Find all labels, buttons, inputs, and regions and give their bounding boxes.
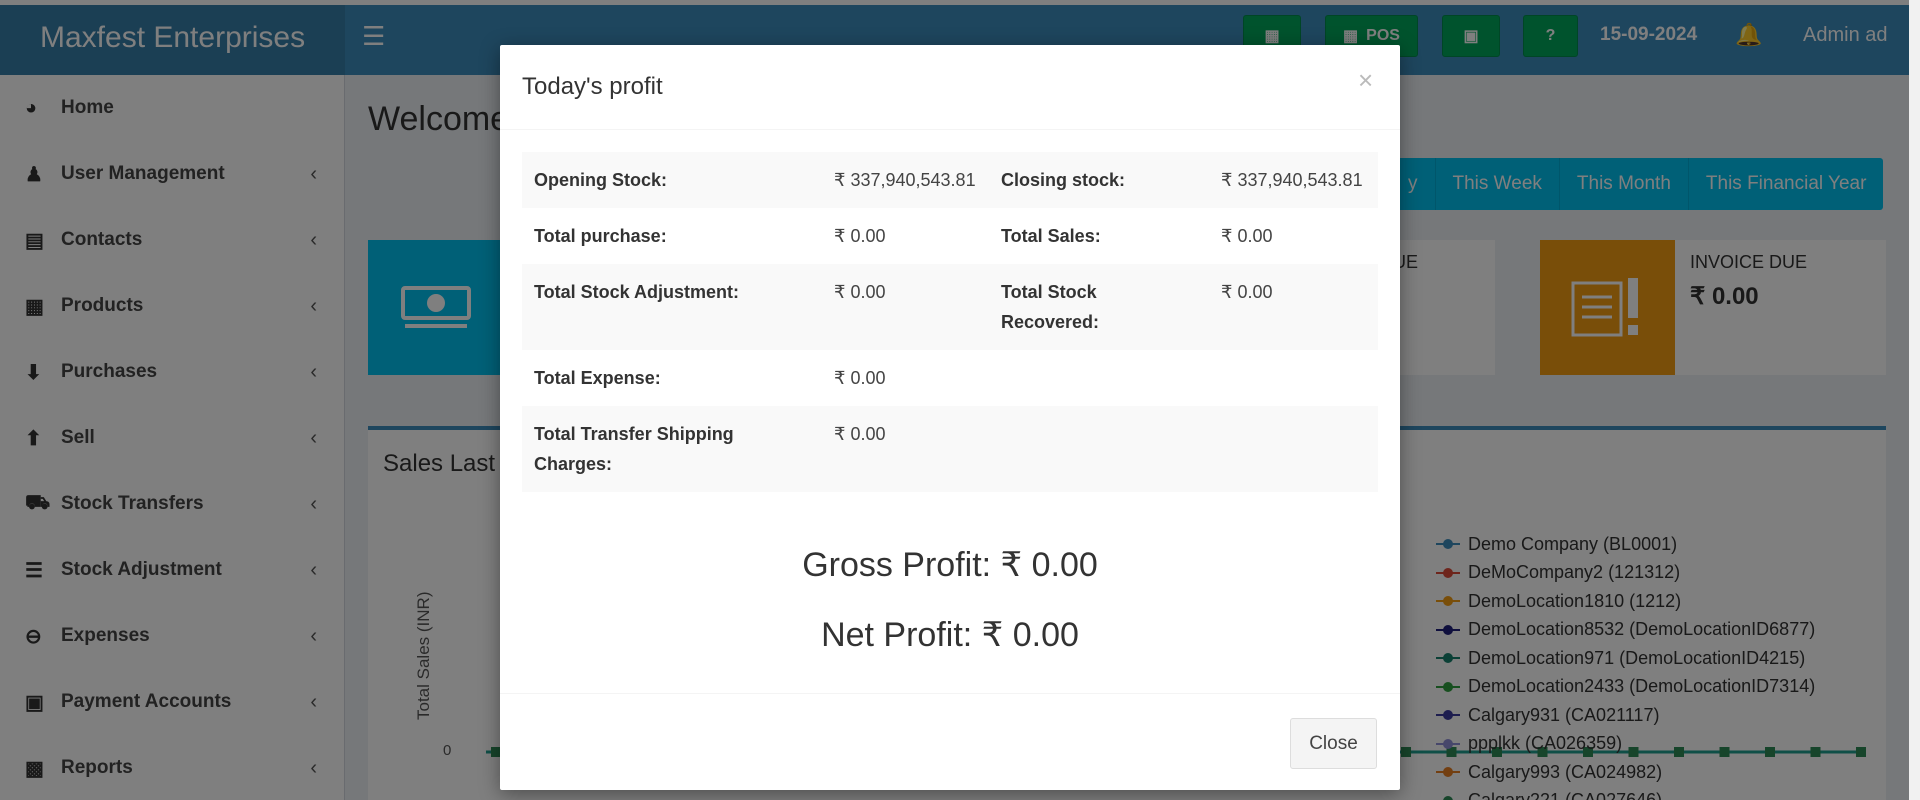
- net-profit: Net Profit: ₹ 0.00: [821, 616, 1079, 654]
- row-value: ₹ 337,940,543.81: [1209, 152, 1378, 208]
- row-value: [1209, 406, 1378, 492]
- row-label: Total Stock Recovered:: [989, 264, 1209, 350]
- row-label: Total Sales:: [1001, 226, 1101, 246]
- row-label: Total Transfer Shipping Charges:: [522, 406, 822, 492]
- row-label: [989, 350, 1209, 406]
- row-value: ₹ 0.00: [834, 368, 886, 388]
- table-row: Opening Stock: ₹ 337,940,543.81 Closing st…: [522, 152, 1378, 208]
- row-label: Total Expense:: [534, 368, 661, 388]
- page-scrollbar[interactable]: [1909, 0, 1920, 800]
- row-label: Opening Stock:: [522, 152, 822, 208]
- modal-header: Today's profit ×: [500, 45, 1400, 130]
- row-value: ₹ 0.00: [1209, 264, 1378, 350]
- row-value: ₹ 0.00: [822, 406, 989, 492]
- row-value: ₹ 337,940,543.81: [822, 152, 989, 208]
- row-label: Total Stock Adjustment:: [522, 264, 822, 350]
- row-value: ₹ 0.00: [834, 226, 886, 246]
- modal-footer: Close: [500, 693, 1400, 790]
- modal-title: Today's profit: [522, 73, 663, 100]
- row-label: [989, 406, 1209, 492]
- gross-profit: Gross Profit: ₹ 0.00: [802, 546, 1098, 584]
- row-value: ₹ 0.00: [1221, 226, 1273, 246]
- row-value: ₹ 0.00: [822, 264, 989, 350]
- table-row: Total Stock Adjustment: ₹ 0.00 Total Stock…: [522, 264, 1378, 350]
- table-row: Total purchase: ₹ 0.00 Total Sales: ₹ 0.00: [522, 208, 1378, 264]
- table-row: Total Transfer Shipping Charges: ₹ 0.00: [522, 406, 1378, 492]
- profit-table: Opening Stock: ₹ 337,940,543.81 Closing st…: [522, 152, 1378, 492]
- close-button[interactable]: Close: [1290, 718, 1377, 769]
- row-value: [1209, 350, 1378, 406]
- profit-modal: Today's profit × Opening Stock: ₹ 337,940…: [500, 45, 1400, 790]
- row-label: Closing stock:: [989, 152, 1209, 208]
- close-icon[interactable]: ×: [1358, 65, 1373, 96]
- table-row: Total Expense: ₹ 0.00: [522, 350, 1378, 406]
- row-label: Total purchase:: [534, 226, 667, 246]
